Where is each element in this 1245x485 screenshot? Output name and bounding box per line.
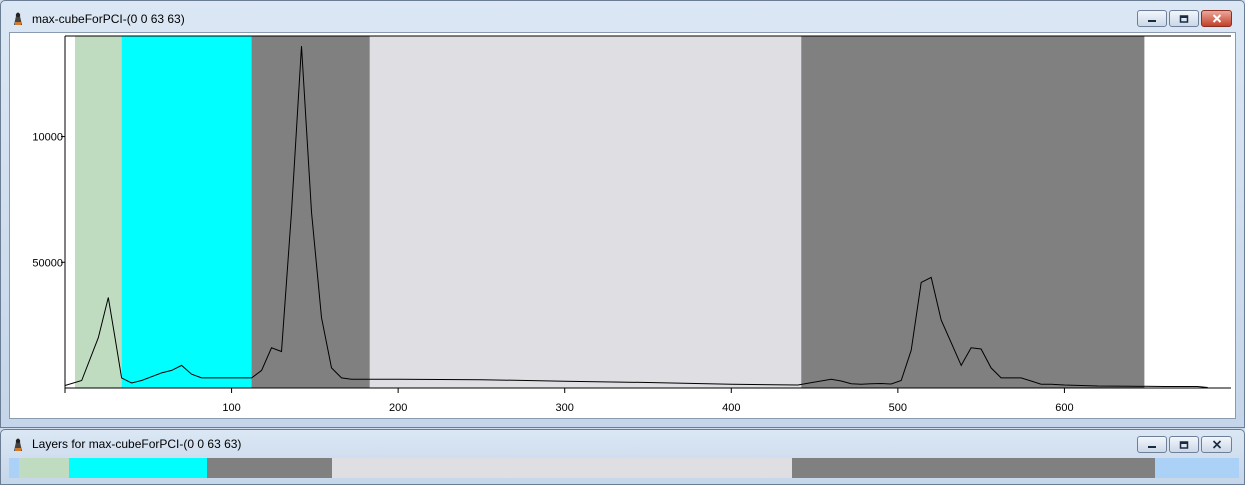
x-tick-label: 500 [889,402,907,414]
layer-region-5 [801,36,1145,388]
layer-swatch-4[interactable] [332,458,792,478]
layer-region-2 [121,36,252,388]
x-tick-label: 600 [1055,402,1073,414]
minimize-icon [1148,19,1156,22]
y-tick-label: 10000 [32,132,63,144]
layer-swatch-1[interactable] [19,458,69,478]
histogram-chart[interactable]: 100 200 300 400 500 600 50000 10000 [10,33,1235,418]
close-button[interactable] [1201,10,1232,27]
layers-maximize-button[interactable] [1169,436,1199,453]
x-tick-label: 300 [556,402,574,414]
layer-region-3 [251,36,370,388]
minimize-icon [1148,445,1156,448]
layer-swatch-3[interactable] [207,458,332,478]
y-tick-label: 50000 [32,257,63,269]
maximize-icon [1179,440,1189,449]
layers-window-title: Layers for max-cubeForPCI-(0 0 63 63) [32,437,242,451]
layers-title-bar[interactable]: Layers for max-cubeForPCI-(0 0 63 63) [1,430,1244,456]
close-icon [1212,440,1221,449]
layer-region-4 [369,36,802,388]
app-icon [14,438,22,451]
x-tick-label: 400 [722,402,740,414]
layer-swatch-5[interactable] [792,458,1155,478]
close-icon [1212,14,1221,23]
layers-close-button[interactable] [1201,436,1232,453]
chart-area[interactable]: 100 200 300 400 500 600 50000 10000 [9,32,1236,419]
app-icon [14,12,22,25]
layers-window: Layers for max-cubeForPCI-(0 0 63 63) [0,429,1245,485]
layer-swatch-2[interactable] [69,458,207,478]
layer-strip[interactable] [9,458,1239,478]
x-tick-label: 100 [222,402,240,414]
maximize-icon [1179,14,1189,23]
layers-minimize-button[interactable] [1137,436,1167,453]
main-window: max-cubeForPCI-(0 0 63 63) 100 200 300 400 5… [0,0,1245,428]
maximize-button[interactable] [1169,10,1199,27]
window-title: max-cubeForPCI-(0 0 63 63) [32,12,185,26]
minimize-button[interactable] [1137,10,1167,27]
title-bar[interactable]: max-cubeForPCI-(0 0 63 63) [1,1,1244,32]
x-tick-label: 200 [389,402,407,414]
